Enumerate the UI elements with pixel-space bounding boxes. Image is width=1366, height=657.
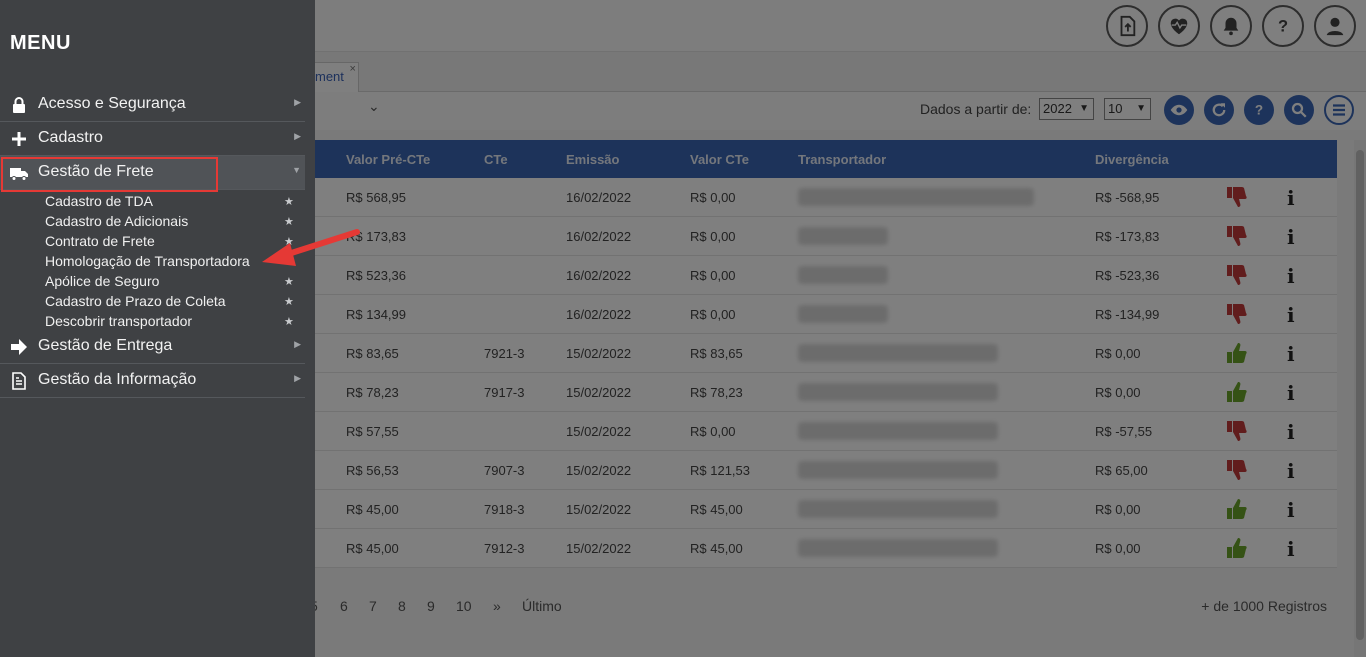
chevron-right-icon: ▶	[294, 97, 301, 107]
menu-item-acesso-seguranca[interactable]: Acesso e Segurança ▶	[0, 88, 305, 122]
star-icon[interactable]: ★	[284, 195, 294, 208]
menu-item-label: Gestão da Informação	[38, 371, 197, 388]
submenu-item-descobrir-transportador[interactable]: Descobrir transportador	[45, 313, 192, 329]
submenu-item-cadastro-tda[interactable]: Cadastro de TDA	[45, 193, 153, 209]
star-icon[interactable]: ★	[284, 215, 294, 228]
plus-icon	[10, 130, 28, 148]
menu-item-gestao-informacao[interactable]: Gestão da Informação ▶	[0, 364, 305, 398]
star-icon[interactable]: ★	[284, 295, 294, 308]
submenu-item-homologacao-transportadora[interactable]: Homologação de Transportadora	[45, 253, 250, 269]
submenu-item-contrato-frete[interactable]: Contrato de Frete	[45, 233, 155, 249]
submenu-item-apolice-seguro[interactable]: Apólice de Seguro	[45, 273, 159, 289]
chevron-right-icon: ▶	[294, 373, 301, 383]
highlight-annotation-box	[1, 157, 218, 192]
menu-title: MENU	[10, 32, 71, 54]
submenu-item-prazo-coleta[interactable]: Cadastro de Prazo de Coleta	[45, 293, 226, 309]
star-icon[interactable]: ★	[284, 275, 294, 288]
chevron-right-icon: ▶	[294, 339, 301, 349]
star-icon[interactable]: ★	[284, 315, 294, 328]
star-icon[interactable]: ★	[284, 235, 294, 248]
menu-item-label: Gestão de Entrega	[38, 337, 173, 354]
submenu-item-cadastro-adicionais[interactable]: Cadastro de Adicionais	[45, 213, 188, 229]
document-icon	[10, 372, 28, 390]
side-menu: MENU Acesso e Segurança ▶ Cadastro ▶ Ges…	[0, 0, 315, 657]
arrow-right-icon	[10, 338, 28, 356]
menu-item-cadastro[interactable]: Cadastro ▶	[0, 122, 305, 156]
menu-item-label: Cadastro	[38, 129, 103, 146]
chevron-right-icon: ▶	[294, 131, 301, 141]
menu-item-gestao-entrega[interactable]: Gestão de Entrega ▶	[0, 330, 305, 364]
chevron-down-icon: ▼	[292, 165, 301, 175]
menu-item-label: Acesso e Segurança	[38, 95, 186, 112]
lock-icon	[10, 96, 28, 114]
